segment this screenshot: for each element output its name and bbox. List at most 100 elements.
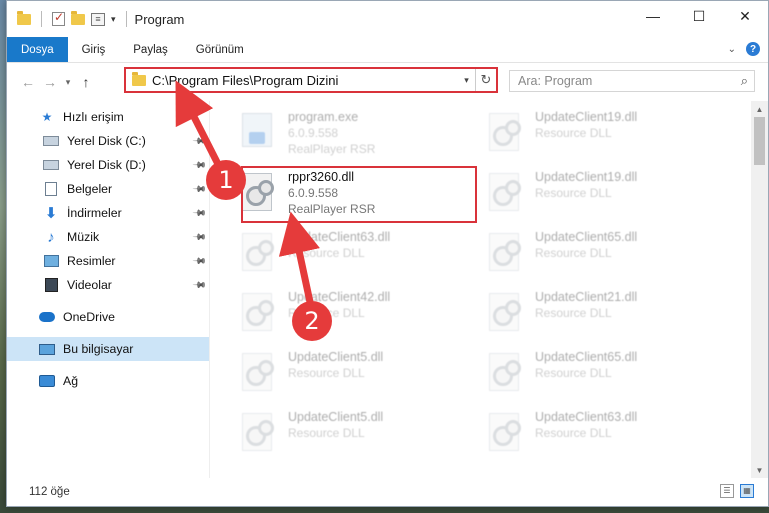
title-bar: ≡ ▾ Program — ☐ ✕ [7, 1, 768, 37]
search-icon[interactable]: ⌕ [741, 73, 748, 89]
file-item[interactable]: UpdateClient65.dll Resource DLL [485, 227, 715, 283]
refresh-icon[interactable]: ↻ [476, 72, 496, 88]
scroll-down-icon[interactable]: ▼ [751, 462, 768, 478]
address-bar[interactable]: C:\Program Files\Program Dizini ▾ ↻ [124, 67, 498, 93]
explorer-window: ≡ ▾ Program — ☐ ✕ Dosya Giriş Paylaş Gör… [6, 0, 769, 507]
exe-file-icon [242, 113, 272, 147]
highlight-box [241, 166, 477, 223]
new-folder-icon[interactable] [71, 10, 85, 25]
videos-icon [44, 278, 58, 292]
minimize-button[interactable]: — [630, 1, 676, 31]
nav-item[interactable]: Resimler 📌 [7, 249, 209, 273]
nav-item-label: Belgeler [67, 182, 113, 196]
file-name: UpdateClient19.dll [535, 110, 638, 124]
file-name: UpdateClient21.dll [535, 290, 638, 304]
customize-toolbar-icon[interactable]: ≡ [91, 12, 105, 26]
nav-item[interactable]: ⬇ İndirmeler 📌 [7, 201, 209, 225]
step-badge-1: 1 [206, 160, 246, 200]
file-name: UpdateClient5.dll [288, 410, 384, 424]
vertical-scrollbar[interactable]: ▲ ▼ [751, 101, 768, 478]
dll-file-icon [489, 233, 521, 271]
back-arrow-icon[interactable]: ← [17, 74, 39, 90]
nav-item[interactable]: Yerel Disk (D:) 📌 [7, 153, 209, 177]
file-item[interactable]: UpdateClient63.dll Resource DLL [238, 227, 468, 283]
file-detail: Resource DLL [288, 246, 365, 260]
status-bar: 112 öğe ☰ ▦ [7, 478, 768, 506]
scroll-thumb[interactable] [754, 117, 765, 165]
pin-icon[interactable]: 📌 [192, 157, 207, 173]
file-item[interactable]: UpdateClient19.dll Resource DLL [485, 167, 715, 223]
ribbon-tabs: Dosya Giriş Paylaş Görünüm ⌄ ? [7, 37, 768, 63]
file-name: UpdateClient63.dll [535, 410, 638, 424]
pin-icon[interactable]: 📌 [192, 181, 207, 197]
file-name: UpdateClient5.dll [288, 350, 384, 364]
file-item[interactable]: UpdateClient19.dll Resource DLL [485, 107, 715, 163]
file-detail: Resource DLL [288, 426, 365, 440]
nav-item-label: Videolar [67, 278, 112, 292]
file-detail: Resource DLL [535, 246, 612, 260]
nav-item-label: Müzik [67, 230, 100, 244]
nav-this-pc[interactable]: Bu bilgisayar [7, 337, 209, 361]
pin-icon[interactable]: 📌 [192, 133, 207, 149]
nav-item[interactable]: Videolar 📌 [7, 273, 209, 297]
file-item[interactable]: UpdateClient63.dll Resource DLL [485, 407, 715, 463]
file-name: UpdateClient63.dll [288, 230, 391, 244]
nav-item[interactable]: ♪ Müzik 📌 [7, 225, 209, 249]
tab-file[interactable]: Dosya [7, 37, 68, 62]
file-detail: Resource DLL [535, 126, 612, 140]
file-item[interactable]: UpdateClient21.dll Resource DLL [485, 287, 715, 343]
tab-home[interactable]: Giriş [68, 37, 120, 62]
pin-icon[interactable]: 📌 [192, 229, 207, 245]
file-item[interactable]: UpdateClient42.dllResource DLL [238, 287, 468, 343]
pictures-icon [43, 255, 59, 267]
tab-view[interactable]: Görünüm [182, 37, 258, 62]
address-row: ← → ▾ ↑ C:\Program Files\Program Dizini … [7, 63, 768, 101]
step-badge-2: 2 [292, 301, 332, 341]
file-item[interactable]: UpdateClient5.dll Resource DLL [238, 407, 468, 463]
scroll-up-icon[interactable]: ▲ [751, 101, 768, 117]
nav-item[interactable]: Yerel Disk (C:) 📌 [7, 129, 209, 153]
nav-onedrive[interactable]: OneDrive [7, 305, 209, 329]
pin-icon[interactable]: 📌 [192, 277, 207, 293]
forward-arrow-icon[interactable]: → [39, 74, 61, 90]
close-button[interactable]: ✕ [722, 1, 768, 31]
file-detail: Resource DLL [535, 186, 612, 200]
nav-network[interactable]: Ağ [7, 369, 209, 393]
item-count: 112 öğe [29, 486, 70, 498]
pin-icon[interactable]: 📌 [192, 253, 207, 269]
file-item[interactable]: UpdateClient5.dll Resource DLL [238, 347, 468, 403]
nav-quick-access[interactable]: ★ Hızlı erişim [7, 105, 209, 129]
music-icon: ♪ [47, 228, 55, 246]
file-detail: Resource DLL [535, 306, 612, 320]
file-item[interactable]: UpdateClient65.dll Resource DLL [485, 347, 715, 403]
nav-item-label: İndirmeler [67, 206, 122, 220]
properties-check-icon[interactable] [52, 10, 65, 26]
network-icon [39, 375, 55, 387]
nav-item-label: Resimler [67, 254, 116, 268]
large-icons-view-icon[interactable]: ▦ [740, 484, 754, 498]
file-detail: Resource DLL [535, 426, 612, 440]
address-path[interactable]: C:\Program Files\Program Dizini [152, 73, 458, 88]
nav-item[interactable]: Belgeler 📌 [7, 177, 209, 201]
folder-icon [17, 10, 31, 25]
dll-file-icon [242, 353, 274, 391]
file-item[interactable]: program.exe 6.0.9.558 RealPlayer RSR [238, 107, 468, 163]
file-detail: Resource DLL [288, 366, 365, 380]
dll-file-icon [489, 353, 521, 391]
up-arrow-icon[interactable]: ↑ [75, 74, 97, 90]
dll-file-icon [242, 233, 274, 271]
expand-ribbon-icon[interactable]: ⌄ [728, 44, 736, 55]
customize-dropdown-icon[interactable]: ▾ [111, 14, 116, 25]
dll-file-icon [489, 293, 521, 331]
folder-icon [132, 71, 146, 86]
pin-icon[interactable]: 📌 [192, 205, 207, 221]
file-name: program.exe [288, 110, 359, 124]
help-icon[interactable]: ? [746, 42, 760, 56]
recent-locations-icon[interactable]: ▾ [61, 77, 75, 88]
address-dropdown-icon[interactable]: ▾ [458, 69, 476, 91]
cloud-icon [39, 312, 55, 322]
search-input[interactable]: Ara: Program ⌕ [509, 70, 755, 92]
maximize-button[interactable]: ☐ [676, 1, 722, 31]
tab-share[interactable]: Paylaş [119, 37, 182, 62]
details-view-icon[interactable]: ☰ [720, 484, 734, 498]
